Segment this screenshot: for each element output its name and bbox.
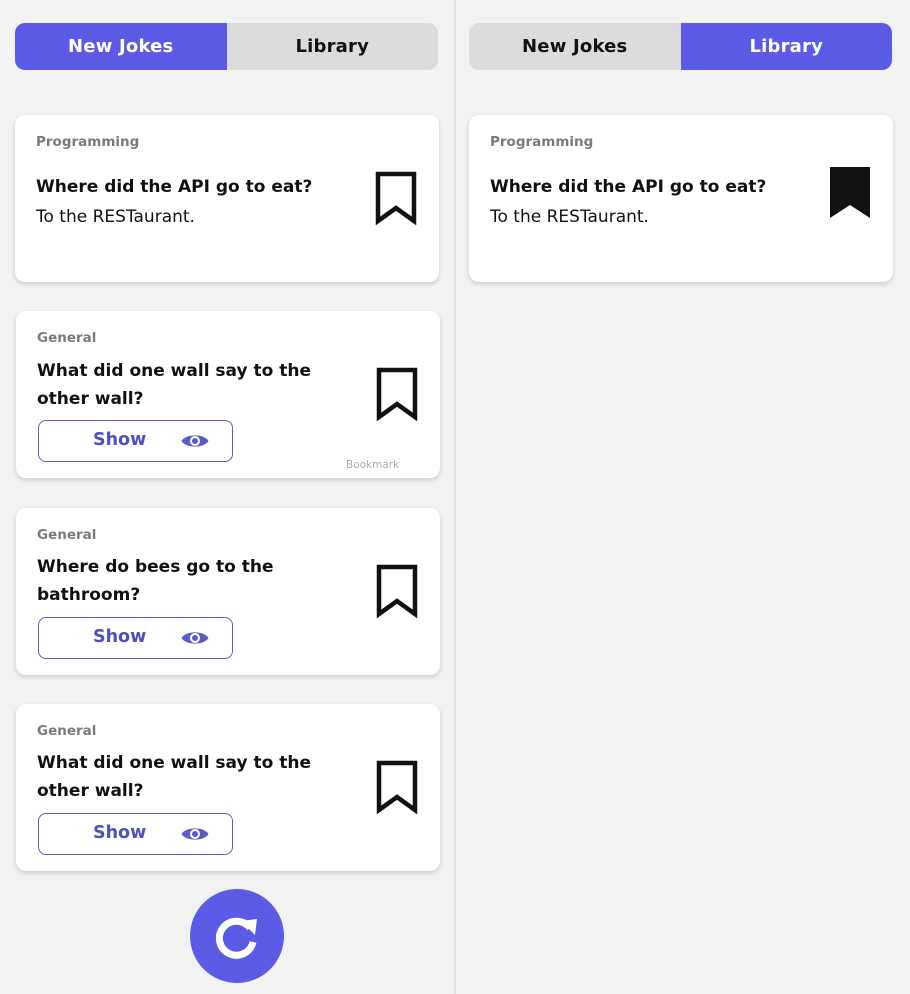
tab-library[interactable]: Library — [680, 23, 892, 70]
tab-new-jokes[interactable]: New Jokes — [15, 23, 227, 70]
joke-setup: What did one wall say to the other wall? — [37, 361, 311, 409]
library-screen: New Jokes Library Programming Where did … — [456, 0, 910, 994]
bookmark-filled-icon[interactable] — [829, 166, 871, 220]
joke-category: General — [37, 723, 97, 739]
show-punchline-button[interactable]: Show — [38, 420, 233, 462]
bookmark-icon[interactable] — [376, 760, 418, 814]
eye-icon — [181, 828, 209, 840]
tab-switcher: New Jokes Library — [469, 23, 892, 70]
joke-setup: Where do bees go to the bathroom? — [37, 557, 274, 605]
joke-card: General Where do bees go to the bathroom… — [16, 508, 440, 675]
joke-card: General What did one wall say to the oth… — [16, 704, 440, 871]
joke-setup: What did one wall say to the other wall? — [37, 753, 311, 801]
eye-icon — [181, 435, 209, 447]
show-label: Show — [93, 823, 147, 843]
tab-new-jokes[interactable]: New Jokes — [469, 23, 681, 70]
joke-setup: Where did the API go to eat? — [490, 177, 767, 197]
bookmark-icon[interactable] — [375, 171, 417, 225]
refresh-icon — [215, 917, 257, 959]
refresh-button[interactable] — [190, 889, 284, 983]
tab-switcher: New Jokes Library — [15, 23, 438, 70]
joke-card: Programming Where did the API go to eat?… — [469, 115, 893, 282]
bookmark-icon[interactable] — [376, 564, 418, 618]
joke-category: Programming — [36, 134, 140, 150]
joke-card: Programming Where did the API go to eat?… — [15, 115, 439, 282]
joke-punchline: To the RESTaurant. — [490, 207, 649, 227]
joke-punchline: To the RESTaurant. — [36, 207, 195, 227]
joke-category: Programming — [490, 134, 594, 150]
joke-category: General — [37, 330, 97, 346]
new-jokes-screen: New Jokes Library Programming Where did … — [0, 0, 454, 994]
joke-card: General What did one wall say to the oth… — [16, 311, 440, 478]
show-punchline-button[interactable]: Show — [38, 813, 233, 855]
show-label: Show — [93, 430, 147, 450]
bookmark-icon[interactable] — [376, 367, 418, 421]
show-punchline-button[interactable]: Show — [38, 617, 233, 659]
eye-icon — [181, 632, 209, 644]
bookmark-tooltip: Bookmark — [346, 459, 400, 471]
show-label: Show — [93, 627, 147, 647]
joke-category: General — [37, 527, 97, 543]
tab-library[interactable]: Library — [227, 23, 439, 70]
joke-setup: Where did the API go to eat? — [36, 177, 313, 197]
